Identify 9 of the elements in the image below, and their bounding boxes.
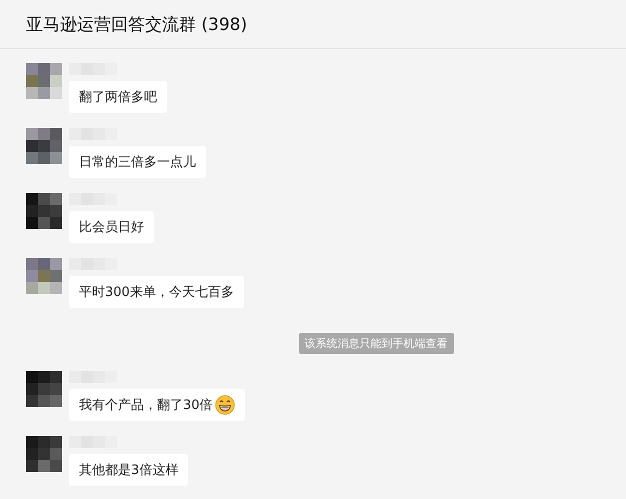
message-bubble: 平时300来单，今天七百多 [69,276,244,308]
message-bubble: 其他都是3倍这样 [69,454,188,486]
grinning-face-icon [214,395,235,415]
message-bubble: 翻了两倍多吧 [69,81,167,113]
chat-title: 亚马逊运营回答交流群 (398) [26,14,248,36]
message-bubble: 比会员日好 [69,211,154,243]
message-bubble: 日常的三倍多一点儿 [69,146,206,178]
system-notice: 该系统消息只能到手机端查看 [298,333,454,354]
message-bubble: 我有个产品，翻了30倍 [69,389,245,421]
